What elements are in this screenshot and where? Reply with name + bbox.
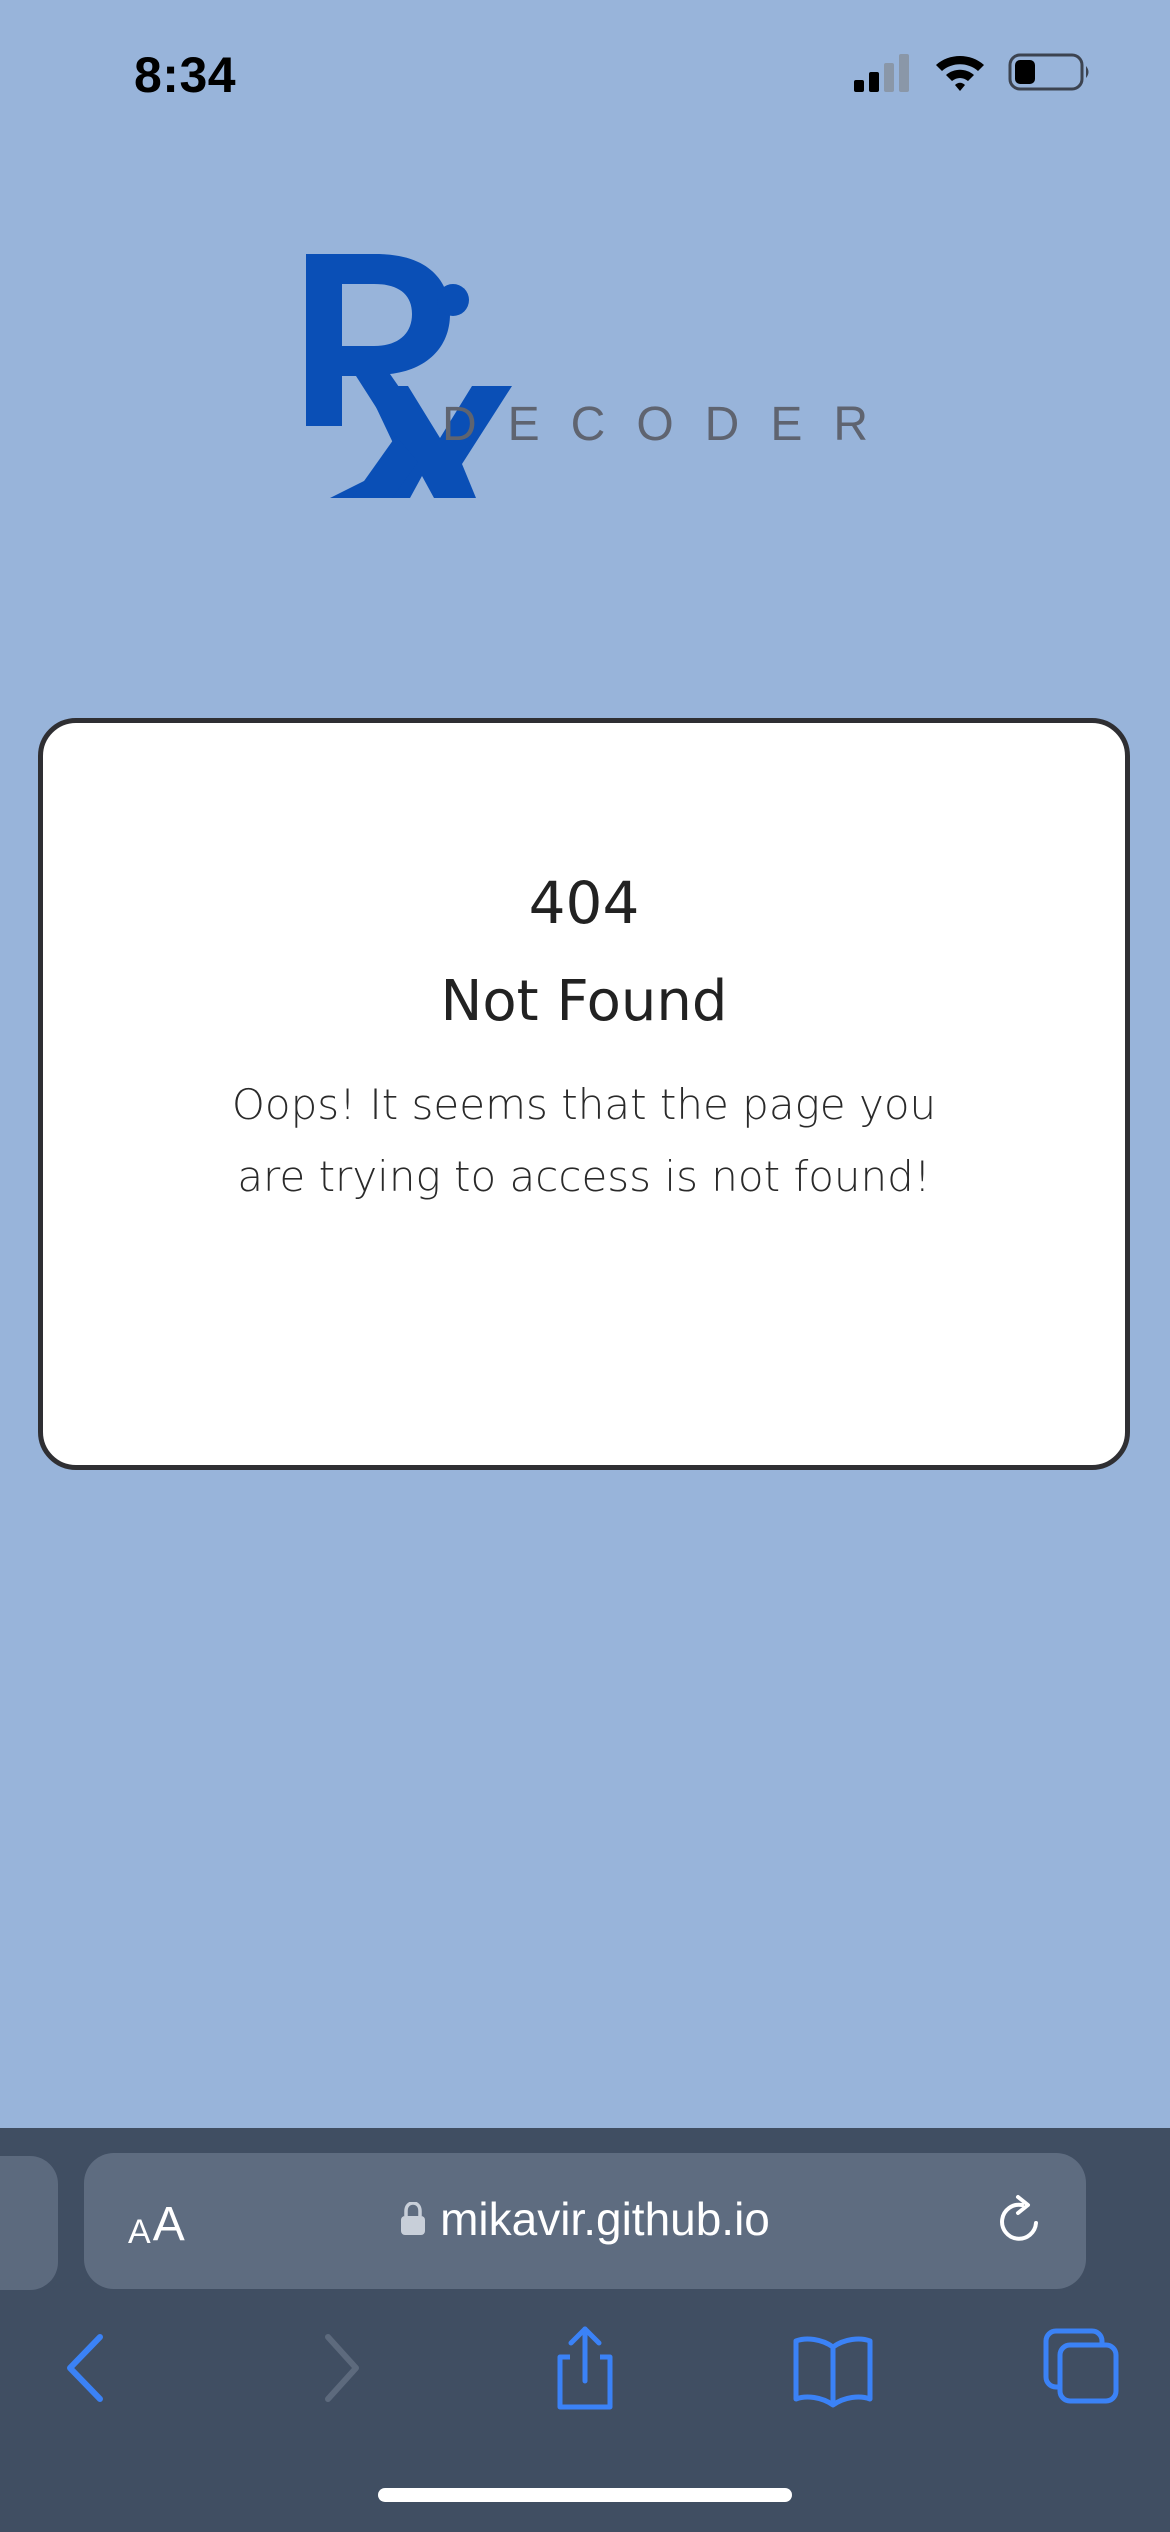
battery-icon xyxy=(1008,53,1089,91)
status-time: 8:34 xyxy=(134,47,237,103)
tabs-icon[interactable] xyxy=(1036,2323,1126,2413)
rx-decoder-logo: DECODER xyxy=(306,254,880,498)
lock-icon xyxy=(401,2202,426,2235)
url-display[interactable]: mikavir.github.io xyxy=(84,2189,1086,2249)
chevron-left-icon[interactable] xyxy=(42,2323,132,2413)
browser-toolbar xyxy=(0,2323,1170,2443)
chevron-right-icon[interactable] xyxy=(294,2323,384,2413)
address-bar[interactable]: A A mikavir.github.io xyxy=(84,2153,1086,2289)
reload-icon[interactable] xyxy=(992,2193,1048,2249)
share-icon[interactable] xyxy=(540,2323,630,2413)
wifi-icon xyxy=(936,56,984,91)
error-code: 404 xyxy=(528,869,640,937)
browser-bottom-bar: A A mikavir.github.io xyxy=(0,2128,1170,2532)
status-icons xyxy=(854,52,1092,92)
error-title: Not Found xyxy=(440,969,728,1034)
previous-tab-preview[interactable] xyxy=(0,2156,58,2290)
bookmarks-icon[interactable] xyxy=(788,2323,878,2413)
logo-wordmark: DECODER xyxy=(442,398,880,451)
status-bar: 8:34 xyxy=(0,0,1170,150)
not-found-card: 404 Not Found Oops! It seems that the pa… xyxy=(38,718,1130,1470)
url-text: mikavir.github.io xyxy=(440,2193,770,2245)
cellular-signal-icon xyxy=(854,54,909,92)
home-indicator xyxy=(378,2488,792,2502)
error-message: Oops! It seems that the page you are try… xyxy=(231,1080,937,1201)
